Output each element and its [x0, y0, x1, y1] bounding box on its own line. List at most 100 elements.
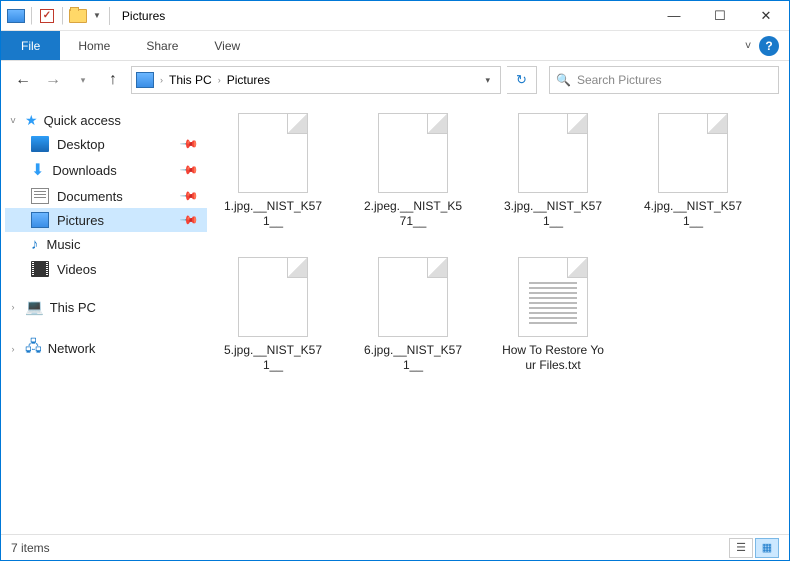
- up-button[interactable]: ↑: [101, 68, 125, 92]
- sidebar-item-quick-access[interactable]: ⅴ ★ Quick access: [5, 109, 207, 132]
- chevron-down-icon[interactable]: ⅴ: [7, 115, 19, 126]
- maximize-button[interactable]: ☐: [697, 1, 743, 31]
- new-folder-icon[interactable]: [67, 5, 89, 27]
- ribbon: File Home Share View ⅴ ?: [1, 31, 789, 61]
- file-item[interactable]: 2.jpeg.__NIST_K571__: [361, 113, 465, 229]
- sidebar: ⅴ ★ Quick access Desktop📌⬇Downloads📌Docu…: [1, 99, 211, 534]
- pin-icon: 📌: [179, 210, 199, 230]
- details-view-button[interactable]: ☰: [729, 538, 753, 558]
- page-fold-icon: [567, 114, 587, 134]
- music-icon: ♪: [31, 236, 39, 253]
- file-name: 6.jpg.__NIST_K571__: [361, 343, 465, 373]
- file-thumbnail: [658, 113, 728, 193]
- tab-view[interactable]: View: [196, 31, 258, 60]
- sidebar-item-pictures[interactable]: Pictures📌: [5, 208, 207, 232]
- back-button[interactable]: ←: [11, 68, 35, 92]
- chevron-right-icon[interactable]: ›: [7, 344, 19, 354]
- file-grid: 1.jpg.__NIST_K571__ 2.jpeg.__NIST_K571__ 3…: [221, 113, 779, 373]
- forward-button[interactable]: →: [41, 68, 65, 92]
- close-button[interactable]: ✕: [743, 1, 789, 31]
- page-fold-icon: [287, 258, 307, 278]
- recent-locations-icon[interactable]: ▾: [71, 68, 95, 92]
- breadcrumb-current[interactable]: Pictures: [227, 73, 270, 87]
- search-icon: 🔍: [556, 73, 571, 87]
- sidebar-item-label: Network: [48, 341, 96, 356]
- file-thumbnail: [238, 257, 308, 337]
- sidebar-item-music[interactable]: ♪ Music: [5, 232, 207, 257]
- file-thumbnail: [378, 113, 448, 193]
- sidebar-item-label: Music: [47, 237, 81, 252]
- star-icon: ★: [25, 112, 38, 129]
- window-controls: — ☐ ✕: [651, 1, 789, 31]
- sidebar-item-label: Videos: [57, 262, 97, 277]
- chevron-right-icon[interactable]: ›: [7, 302, 19, 312]
- file-item[interactable]: 1.jpg.__NIST_K571__: [221, 113, 325, 229]
- body: ⅴ ★ Quick access Desktop📌⬇Downloads📌Docu…: [1, 99, 789, 534]
- window-title: Pictures: [122, 9, 165, 23]
- file-pane[interactable]: 1.jpg.__NIST_K571__ 2.jpeg.__NIST_K571__ 3…: [211, 99, 789, 534]
- sidebar-item-network[interactable]: › 🖧 Network: [5, 333, 207, 364]
- sidebar-item-desktop[interactable]: Desktop📌: [5, 132, 207, 156]
- tab-home[interactable]: Home: [60, 31, 128, 60]
- file-item[interactable]: 5.jpg.__NIST_K571__: [221, 257, 325, 373]
- minimize-button[interactable]: —: [651, 1, 697, 31]
- file-tab[interactable]: File: [1, 31, 60, 60]
- file-name: 4.jpg.__NIST_K571__: [641, 199, 745, 229]
- breadcrumb-root[interactable]: This PC: [169, 73, 212, 87]
- sidebar-item-label: Documents: [57, 189, 123, 204]
- file-name: 1.jpg.__NIST_K571__: [221, 199, 325, 229]
- address-dropdown-icon[interactable]: ▾: [479, 75, 496, 86]
- status-count: 7 items: [11, 541, 50, 555]
- quick-access-toolbar: ✓ ▼: [1, 5, 105, 27]
- sidebar-quick-access: ⅴ ★ Quick access Desktop📌⬇Downloads📌Docu…: [5, 109, 207, 281]
- file-item[interactable]: 3.jpg.__NIST_K571__: [501, 113, 605, 229]
- page-fold-icon: [427, 114, 447, 134]
- status-bar: 7 items ☰ ▦: [1, 534, 789, 560]
- address-bar[interactable]: › This PC › Pictures ▾: [131, 66, 501, 94]
- sidebar-item-label: Downloads: [52, 163, 116, 178]
- pin-icon: 📌: [179, 186, 199, 206]
- folder-icon: [136, 72, 154, 88]
- file-thumbnail: [518, 257, 588, 337]
- file-name: 3.jpg.__NIST_K571__: [501, 199, 605, 229]
- page-fold-icon: [287, 114, 307, 134]
- search-placeholder: Search Pictures: [577, 73, 662, 87]
- download-icon: ⬇: [31, 160, 44, 180]
- properties-icon[interactable]: ✓: [36, 5, 58, 27]
- file-item[interactable]: How To Restore Your Files.txt: [501, 257, 605, 373]
- sidebar-item-label: Desktop: [57, 137, 105, 152]
- tab-share[interactable]: Share: [128, 31, 196, 60]
- sidebar-item-documents[interactable]: Documents 📌: [5, 184, 207, 208]
- help-button[interactable]: ?: [759, 36, 779, 56]
- file-name: 2.jpeg.__NIST_K571__: [361, 199, 465, 229]
- file-thumbnail: [378, 257, 448, 337]
- qat-dropdown-icon[interactable]: ▼: [93, 11, 101, 20]
- chevron-right-icon[interactable]: ›: [160, 75, 163, 85]
- sidebar-item-videos[interactable]: Videos: [5, 257, 207, 281]
- file-name: 5.jpg.__NIST_K571__: [221, 343, 325, 373]
- network-icon: 🖧: [25, 336, 42, 361]
- app-icon[interactable]: [5, 5, 27, 27]
- file-item[interactable]: 4.jpg.__NIST_K571__: [641, 113, 745, 229]
- refresh-button[interactable]: ↻: [507, 66, 537, 94]
- sidebar-item-downloads[interactable]: ⬇ Downloads 📌: [5, 156, 207, 184]
- pc-icon: 💻: [25, 298, 44, 316]
- document-icon: [31, 188, 49, 204]
- file-name: How To Restore Your Files.txt: [501, 343, 605, 373]
- desktop-icon: [31, 136, 49, 152]
- pin-icon: 📌: [179, 160, 199, 180]
- search-input[interactable]: 🔍 Search Pictures: [549, 66, 779, 94]
- file-item[interactable]: 6.jpg.__NIST_K571__: [361, 257, 465, 373]
- expand-ribbon-icon[interactable]: ⅴ: [745, 40, 751, 51]
- sidebar-item-label: This PC: [50, 300, 96, 315]
- title-bar: ✓ ▼ Pictures — ☐ ✕: [1, 1, 789, 31]
- file-thumbnail: [238, 113, 308, 193]
- video-icon: [31, 261, 49, 277]
- separator: [62, 7, 63, 25]
- sidebar-item-this-pc[interactable]: › 💻 This PC: [5, 295, 207, 319]
- thumbnails-view-button[interactable]: ▦: [755, 538, 779, 558]
- file-thumbnail: [518, 113, 588, 193]
- page-fold-icon: [567, 258, 587, 278]
- page-fold-icon: [707, 114, 727, 134]
- chevron-right-icon[interactable]: ›: [218, 75, 221, 85]
